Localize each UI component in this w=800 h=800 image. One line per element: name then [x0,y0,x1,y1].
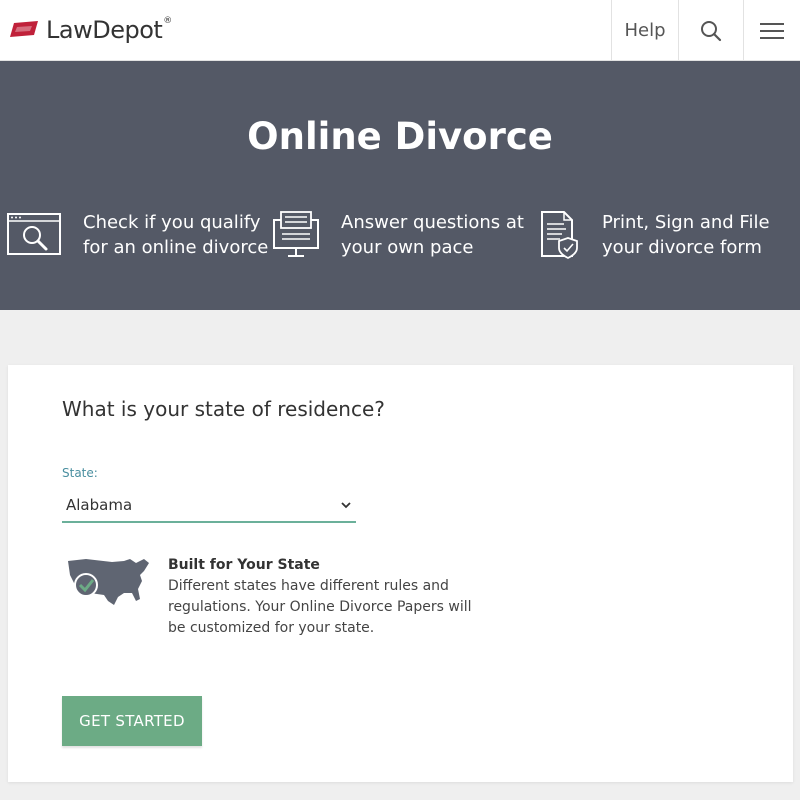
hero-banner: Online Divorce Check if you qualify for … [0,61,800,310]
state-info-body: Different states have different rules an… [168,578,472,636]
logo-text: LawDepot® [46,16,172,44]
document-shield-icon [541,211,578,260]
feature-qualify-text: Check if you qualify for an online divor… [83,212,269,258]
top-navbar: LawDepot® Help [0,0,800,61]
feature-questions: Answer questions at your own pace [273,210,531,260]
help-link[interactable]: Help [611,0,678,61]
search-button[interactable] [678,0,743,61]
state-dropdown[interactable]: Alabama [62,492,356,523]
feature-questions-text: Answer questions at your own pace [341,212,524,258]
logo-mark-icon [10,21,38,37]
usa-map-check-icon [68,559,149,605]
page-title: Online Divorce [247,115,553,158]
state-label: State: [62,466,98,480]
hamburger-menu-icon [760,22,784,39]
feature-print-sign: Print, Sign and File your divorce form [540,210,792,260]
chevron-down-icon [341,501,351,508]
feature-qualify: Check if you qualify for an online divor… [7,210,273,260]
monitor-form-icon [273,211,319,257]
state-question: What is your state of residence? [62,397,385,421]
state-form-card: What is your state of residence? State: … [8,365,793,782]
get-started-button[interactable]: GET STARTED [62,696,202,746]
state-info-title: Built for Your State [168,557,320,573]
state-info-text: Built for Your State Different states ha… [168,555,478,639]
lawdepot-logo[interactable]: LawDepot® [8,14,172,46]
state-info-block: Built for Your State Different states ha… [66,555,478,639]
magnifier-browser-icon [7,213,61,255]
search-icon [701,20,722,41]
state-selected-value: Alabama [66,495,133,514]
feature-print-sign-text: Print, Sign and File your divorce form [602,212,770,258]
menu-button[interactable] [743,0,800,61]
